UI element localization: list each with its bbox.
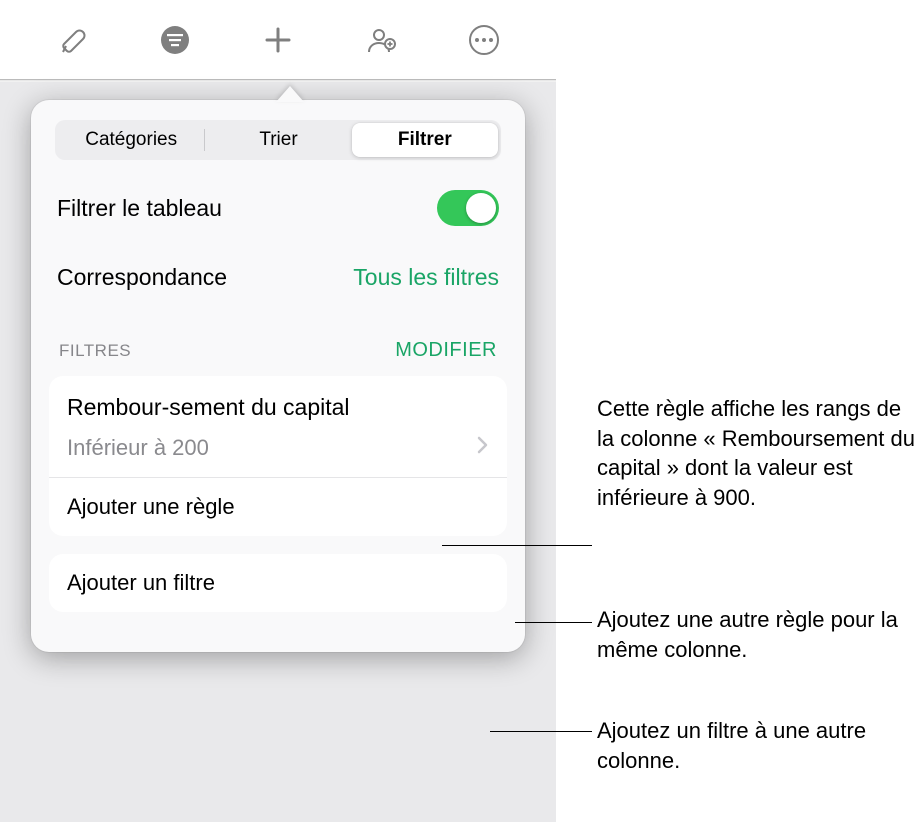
- top-toolbar: [0, 0, 556, 80]
- match-value: Tous les filtres: [353, 264, 499, 291]
- match-label: Correspondance: [57, 264, 227, 291]
- collaborate-icon[interactable]: [351, 10, 411, 70]
- callout-rule-description: Cette règle affiche les rangs de la colo…: [597, 394, 917, 513]
- tab-sort[interactable]: Trier: [205, 123, 351, 157]
- filter-table-toggle[interactable]: [437, 190, 499, 226]
- organize-icon[interactable]: [145, 10, 205, 70]
- callout-line-1: [442, 545, 592, 546]
- filter-table-label: Filtrer le tableau: [57, 195, 222, 222]
- rule-condition-text: Inférieur à 200: [67, 435, 209, 461]
- filters-section-header: Filtres MODIFIER: [31, 313, 525, 370]
- callout-add-rule: Ajoutez une autre règle pour la même col…: [597, 605, 917, 664]
- match-row[interactable]: Correspondance Tous les filtres: [31, 242, 525, 313]
- add-filter-card: Ajouter un filtre: [49, 554, 507, 612]
- rule-condition-row[interactable]: Inférieur à 200: [49, 427, 507, 478]
- chevron-right-icon: [477, 436, 489, 460]
- filter-rule-card: Rembour-sement du capital Inférieur à 20…: [49, 376, 507, 536]
- filters-edit-button[interactable]: MODIFIER: [395, 339, 497, 362]
- more-icon[interactable]: [454, 10, 514, 70]
- tab-categories[interactable]: Catégories: [58, 123, 204, 157]
- callout-line-3: [490, 731, 592, 732]
- filter-popover: Catégories Trier Filtrer Filtrer le tabl…: [31, 100, 525, 652]
- organize-tabs: Catégories Trier Filtrer: [55, 120, 501, 160]
- filter-table-row: Filtrer le tableau: [31, 174, 525, 242]
- add-icon[interactable]: [248, 10, 308, 70]
- tab-filter[interactable]: Filtrer: [352, 123, 498, 157]
- callout-add-filter: Ajoutez un filtre à une autre colonne.: [597, 716, 917, 775]
- format-brush-icon[interactable]: [42, 10, 102, 70]
- filters-section-title: Filtres: [59, 341, 131, 361]
- toggle-knob: [466, 193, 496, 223]
- callout-line-2: [515, 622, 592, 623]
- rule-column-name: Rembour-sement du capital: [49, 376, 507, 427]
- add-filter-button[interactable]: Ajouter un filtre: [49, 554, 507, 612]
- add-rule-button[interactable]: Ajouter une règle: [49, 478, 507, 536]
